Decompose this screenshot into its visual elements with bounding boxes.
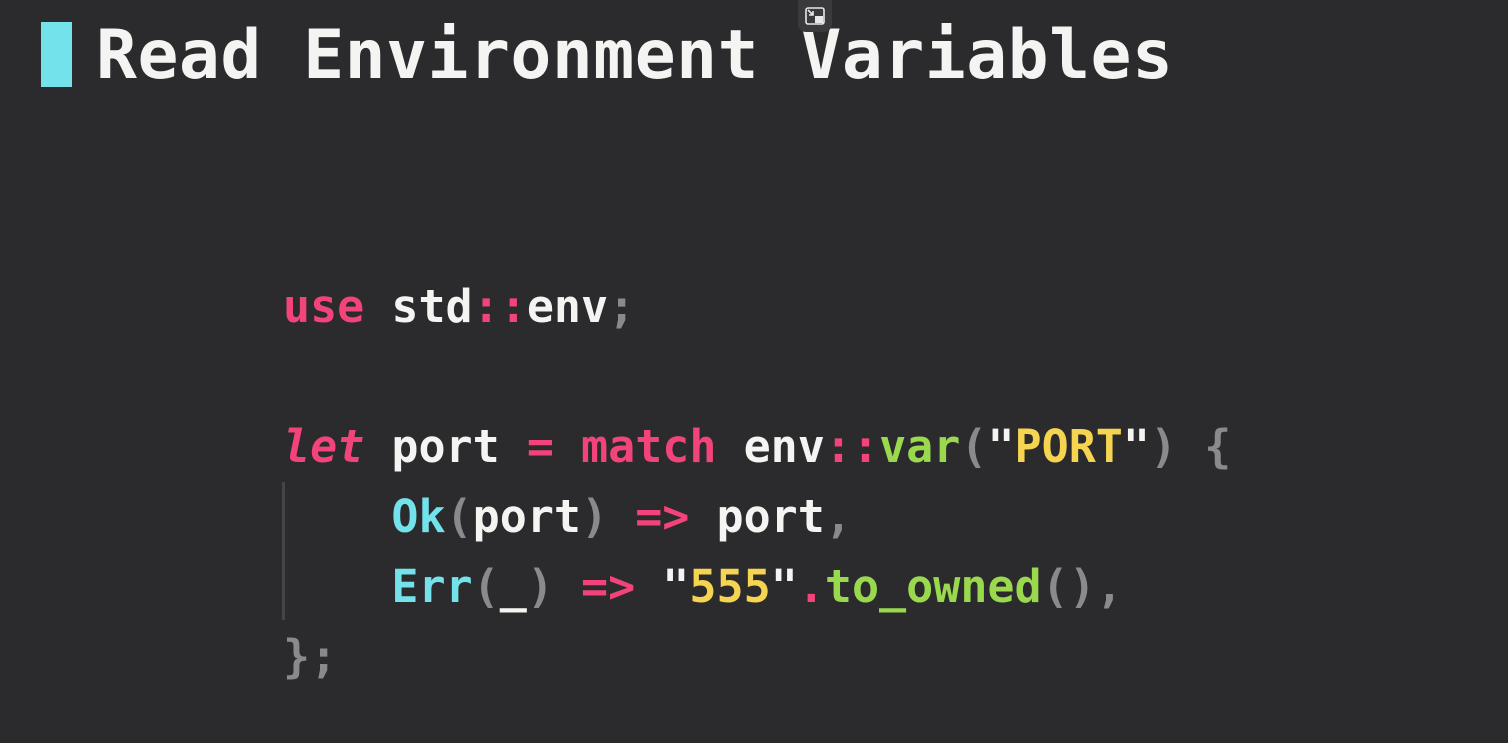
keyword-match: match	[553, 420, 717, 473]
keyword-use: use	[283, 280, 365, 333]
wildcard-pattern: _	[499, 560, 527, 613]
right-paren: )	[1150, 420, 1178, 473]
exit-picture-in-picture-icon	[805, 7, 825, 25]
semicolon: ;	[608, 280, 636, 333]
module-std: std	[364, 280, 473, 333]
path-separator: ::	[472, 280, 527, 333]
variant-err: Err	[391, 560, 473, 613]
function-var: var	[879, 420, 961, 473]
code-line-5: Err(_) => "555".to_owned(),	[283, 552, 1231, 622]
code-line-1: use std::env;	[283, 272, 1231, 342]
keyword-let: let	[283, 420, 365, 473]
slide-title: Read Environment Variables	[96, 16, 1174, 95]
string-port: PORT	[1014, 420, 1123, 473]
title-accent-bar	[41, 22, 72, 87]
string-quote-open: "	[987, 420, 1015, 473]
module-env: env	[526, 280, 609, 333]
path-separator: ::	[824, 420, 880, 473]
binding-port: port	[472, 490, 582, 543]
module-env: env	[716, 420, 825, 473]
operator-assign: =	[526, 420, 554, 473]
string-555: 555	[689, 560, 771, 613]
code-line-4: Ok(port) => port,	[283, 482, 1231, 552]
comma: ,	[824, 490, 852, 543]
semicolon: ;	[310, 630, 338, 683]
exit-pip-button[interactable]	[798, 0, 832, 32]
open-brace: {	[1177, 420, 1232, 473]
string-quote-open: "	[635, 560, 690, 613]
identifier-port: port	[689, 490, 825, 543]
comma: ,	[1095, 560, 1123, 613]
code-line-3: let port = match env::var("PORT") {	[283, 412, 1231, 482]
code-line-2-blank	[283, 342, 1231, 412]
close-brace: }	[283, 630, 311, 683]
left-paren: (	[960, 420, 988, 473]
variant-ok: Ok	[391, 490, 446, 543]
right-paren: )	[581, 490, 609, 543]
left-paren: (	[472, 560, 500, 613]
string-quote-close: "	[770, 560, 798, 613]
string-quote-close: "	[1122, 420, 1150, 473]
code-line-6: };	[283, 622, 1231, 692]
identifier-port: port	[364, 420, 527, 473]
fat-arrow: =>	[608, 490, 690, 543]
code-block: use std::env; let port = match env::var(…	[283, 272, 1231, 692]
right-paren: )	[526, 560, 554, 613]
fat-arrow: =>	[553, 560, 636, 613]
method-dot: .	[797, 560, 825, 613]
call-parens: ()	[1041, 560, 1096, 613]
left-paren: (	[445, 490, 473, 543]
method-to-owned: to_owned	[824, 560, 1042, 613]
